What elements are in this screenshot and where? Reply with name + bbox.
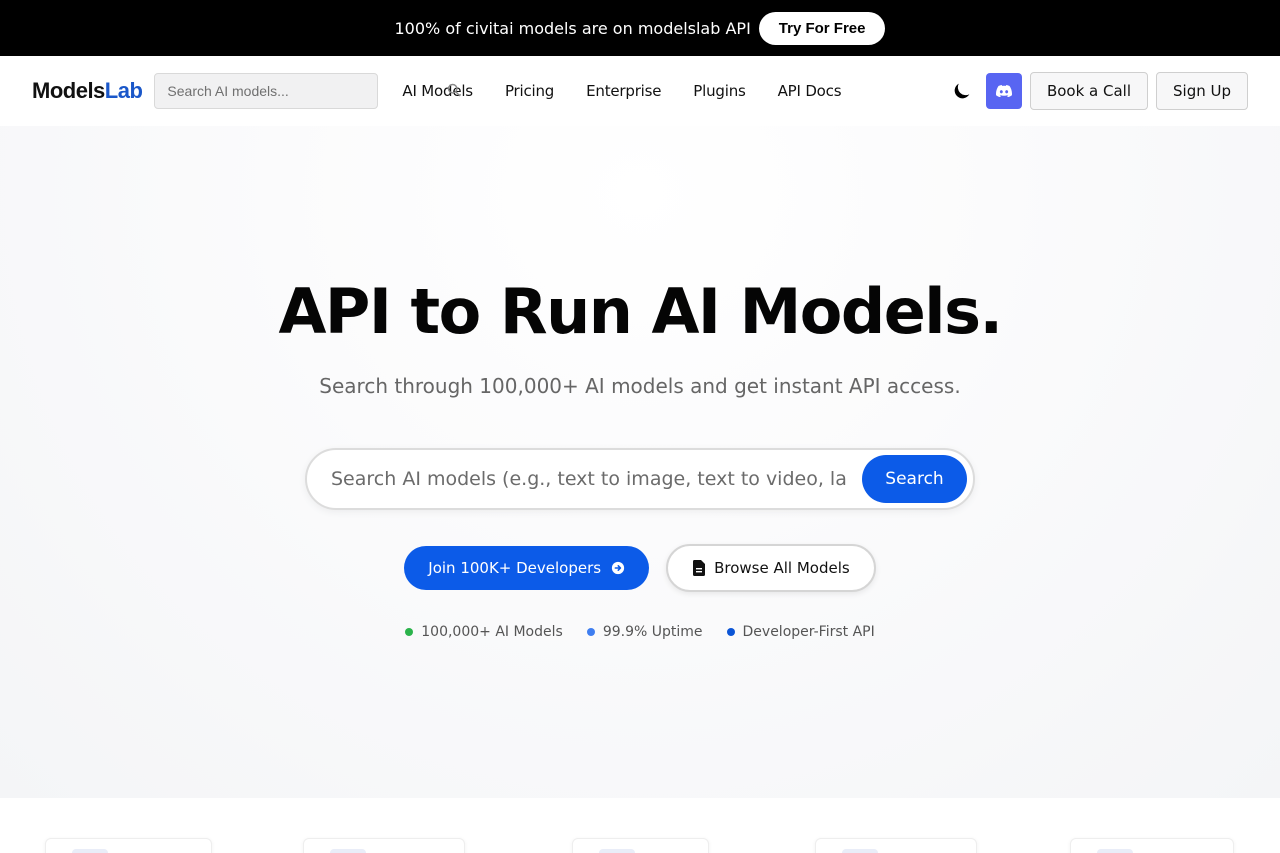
stat-models: 100,000+ AI Models [405, 624, 563, 640]
promo-bar: 100% of civitai models are on modelslab … [0, 0, 1280, 56]
feature-card[interactable] [1070, 838, 1234, 853]
stat-models-label: 100,000+ AI Models [421, 624, 563, 640]
hero-stats: 100,000+ AI Models 99.9% Uptime Develope… [0, 624, 1280, 640]
search-icon [448, 83, 461, 97]
feature-card[interactable] [815, 838, 977, 853]
site-header: ModelsLab AI Models Pricing Enterprise P… [0, 56, 1280, 126]
hero-section: API to Run AI Models. Search through 100… [0, 126, 1280, 798]
nav-pricing[interactable]: Pricing [505, 82, 554, 100]
browse-all-models-label: Browse All Models [714, 559, 850, 577]
logo-accent-text: Lab [104, 78, 143, 103]
card-icon [599, 849, 635, 853]
discord-icon[interactable] [985, 73, 1022, 109]
browse-all-models-button[interactable]: Browse All Models [666, 544, 876, 592]
arrow-right-circle-icon [611, 561, 625, 575]
logo-main-text: Models [32, 78, 105, 103]
promo-text: 100% of civitai models are on modelslab … [394, 18, 751, 38]
sign-up-button[interactable]: Sign Up [1156, 72, 1248, 110]
card-icon [72, 849, 108, 853]
feature-card[interactable] [572, 838, 709, 853]
stat-developer-api: Developer-First API [726, 624, 875, 640]
card-icon [1097, 849, 1133, 853]
nav-enterprise[interactable]: Enterprise [586, 82, 661, 100]
stat-uptime-label: 99.9% Uptime [602, 624, 703, 640]
hero-search-button[interactable]: Search [862, 455, 967, 503]
moon-icon[interactable] [950, 79, 974, 103]
card-icon [330, 849, 366, 853]
hero-title: API to Run AI Models. [278, 275, 1003, 348]
header-actions: Book a Call Sign Up [950, 72, 1248, 110]
feature-card[interactable] [45, 838, 212, 853]
cta-row: Join 100K+ Developers Browse All Models [0, 544, 1280, 592]
status-dot-icon [726, 628, 735, 636]
feature-card[interactable] [303, 838, 465, 853]
join-developers-label: Join 100K+ Developers [428, 559, 602, 577]
status-dot-icon [586, 628, 595, 636]
stat-developer-api-label: Developer-First API [742, 624, 875, 640]
hero-search-input[interactable] [331, 468, 846, 490]
logo[interactable]: ModelsLab [32, 78, 143, 104]
nav-plugins[interactable]: Plugins [693, 82, 746, 100]
try-for-free-button[interactable]: Try For Free [758, 11, 886, 45]
card-icon [842, 849, 878, 853]
main-nav: AI Models Pricing Enterprise Plugins API… [402, 82, 841, 100]
header-search-input[interactable] [154, 73, 379, 109]
status-dot-icon [405, 628, 414, 636]
feature-cards-row [0, 798, 1280, 853]
hero-subtitle: Search through 100,000+ AI models and ge… [319, 374, 961, 398]
document-icon [693, 560, 706, 576]
hero-search-bar: Search [305, 448, 975, 510]
stat-uptime: 99.9% Uptime [586, 624, 703, 640]
nav-api-docs[interactable]: API Docs [778, 82, 842, 100]
join-developers-button[interactable]: Join 100K+ Developers [404, 546, 650, 590]
nav-ai-models[interactable]: AI Models [402, 82, 473, 100]
book-a-call-button[interactable]: Book a Call [1029, 72, 1148, 110]
